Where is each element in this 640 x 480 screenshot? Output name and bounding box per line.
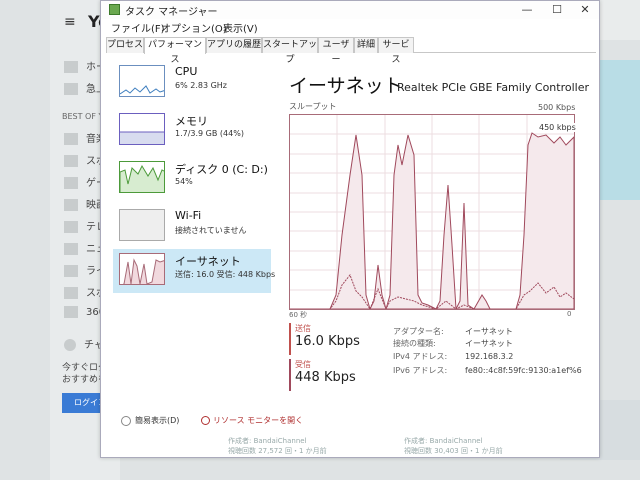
menu-view[interactable]: 表示(V) (223, 20, 258, 35)
resource-item-disk[interactable]: ディスク 0 (C: D:) 54% (113, 157, 271, 201)
fire-icon (64, 83, 78, 95)
window-title: タスク マネージャー (125, 7, 218, 18)
chevron-up-icon (121, 415, 131, 426)
task-manager-icon (109, 4, 120, 15)
pane-title: イーサネット (289, 75, 403, 97)
category-icon (64, 243, 78, 255)
wifi-thumbnail-graph (119, 209, 165, 241)
throughput-chart (289, 114, 575, 311)
tab-users[interactable]: ユーザー (318, 37, 354, 65)
send-legend-swatch (289, 323, 291, 355)
receive-legend-swatch (289, 359, 291, 391)
detail-row: IPv4 アドレス: 192.168.3.2 (393, 352, 514, 361)
resource-item-memory[interactable]: メモリ 1.7/3.9 GB (44%) (113, 109, 271, 153)
close-button[interactable]: ✕ (571, 2, 599, 18)
category-icon (64, 155, 78, 167)
disk-thumbnail-graph (119, 161, 165, 193)
adapter-name: Realtek PCIe GBE Family Controller (397, 81, 590, 94)
resource-list: CPU 6% 2.83 GHz メモリ 1.7/3.9 GB (44%) ディス… (113, 61, 275, 411)
resource-monitor-icon (201, 416, 210, 425)
resource-item-ethernet[interactable]: イーサネット 送信: 16.0 受信: 448 Kbps (113, 249, 275, 293)
fewer-details-button[interactable]: 簡易表示(D) (121, 415, 179, 426)
menu-file[interactable]: ファイル(F) (111, 20, 165, 35)
menu-options[interactable]: オプション(O) (161, 20, 227, 35)
open-resource-monitor-link[interactable]: リソース モニターを開く (201, 415, 303, 426)
task-manager-window: タスク マネージャー — ☐ ✕ ファイル(F) オプション(O) 表示(V) … (100, 0, 600, 458)
chart-max-label: 500 Kbps (538, 103, 576, 112)
tab-processes[interactable]: プロセス (106, 37, 144, 53)
cpu-thumbnail-graph (119, 65, 165, 97)
category-icon (64, 199, 78, 211)
tab-startup[interactable]: スタートアップ (262, 37, 318, 65)
video-meta: 作成者: BandaiChannel 視聴回数 30,403 回・1 か月前 (404, 437, 503, 455)
category-icon (64, 133, 78, 145)
tab-app-history[interactable]: アプリの履歴 (206, 37, 262, 53)
category-icon (64, 177, 78, 189)
category-icon (64, 306, 78, 318)
ethernet-thumbnail-graph (119, 253, 165, 285)
detail-row: IPv6 アドレス: fe80::4c8f:59fc:9130:a1ef%6 (393, 366, 582, 375)
detail-row: アダプター名: イーサネット (393, 327, 513, 336)
video-thumbnail[interactable] (596, 60, 640, 200)
tab-performance[interactable]: パフォーマンス (144, 37, 206, 65)
tab-services[interactable]: サービス (378, 37, 414, 65)
menu-bar: ファイル(F) オプション(O) 表示(V) (101, 19, 599, 35)
video-meta: 作成者: BandaiChannel 視聴回数 27,572 回・1 か月前 (228, 437, 327, 455)
memory-thumbnail-graph (119, 113, 165, 145)
category-icon (64, 265, 78, 277)
tab-bar: プロセス パフォーマンス アプリの履歴 スタートアップ ユーザー 詳細 サービス (106, 37, 596, 65)
chart-axis-left: 60 秒 (289, 311, 308, 319)
channels-item[interactable]: チャ (64, 336, 104, 351)
tab-details[interactable]: 詳細 (354, 37, 378, 53)
hamburger-icon[interactable]: ≡ (64, 14, 76, 30)
throughput-label: スループット (289, 102, 337, 111)
add-circle-icon (64, 339, 76, 351)
category-item[interactable]: 360 (64, 306, 105, 318)
resource-item-wifi[interactable]: Wi-Fi 接続されていません (113, 205, 271, 249)
chart-axis-right: 0 (567, 310, 572, 318)
category-icon (64, 221, 78, 233)
category-icon (64, 287, 78, 299)
minimize-button[interactable]: — (513, 2, 541, 18)
home-icon (64, 61, 78, 73)
resource-item-cpu[interactable]: CPU 6% 2.83 GHz (113, 61, 271, 105)
maximize-button[interactable]: ☐ (543, 2, 571, 18)
detail-row: 接続の種類: イーサネット (393, 339, 513, 348)
chart-scale-label: 450 kbps (539, 123, 576, 132)
title-bar[interactable]: タスク マネージャー — ☐ ✕ (101, 1, 599, 19)
